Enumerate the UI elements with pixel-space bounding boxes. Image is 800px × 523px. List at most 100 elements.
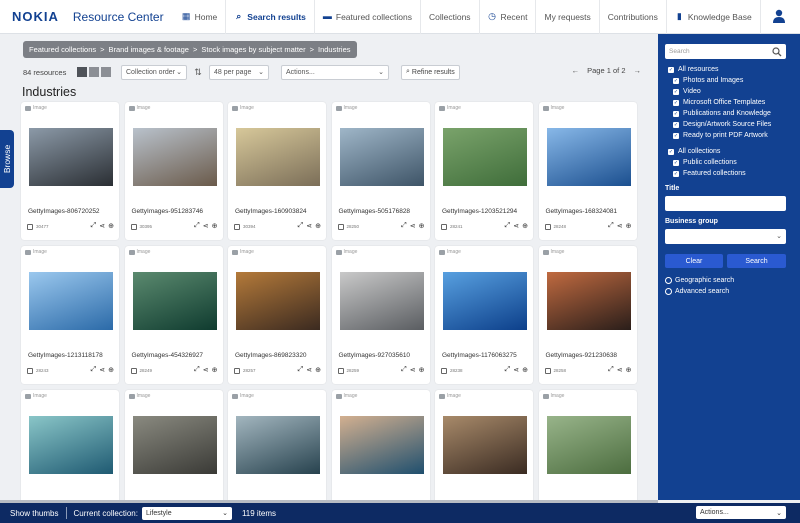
expand-icon[interactable]: ⤢ [194, 222, 200, 230]
search-input[interactable]: Search [665, 44, 786, 59]
view-small-thumbs-icon[interactable] [89, 67, 99, 77]
share-icon[interactable]: ⋖ [513, 366, 519, 374]
file-name[interactable]: GettyImages-168324081 [546, 208, 618, 215]
result-card[interactable]: Image GettyImages-869823320 28257 ⤢ ⋖ ⊕ [228, 246, 326, 384]
thumbnail-image[interactable] [339, 128, 424, 186]
share-icon[interactable]: ⋖ [410, 366, 416, 374]
checkbox-office-templates[interactable]: ✓ Microsoft Office Templates [673, 99, 765, 106]
result-card[interactable]: Image GettyImages-454326927 28249 ⤢ ⋖ ⊕ [124, 246, 223, 384]
select-checkbox[interactable] [441, 368, 447, 374]
thumbnail-image[interactable] [546, 416, 631, 474]
select-checkbox[interactable] [337, 368, 344, 374]
bottom-actions-select[interactable]: Actions... ⌄ [696, 506, 786, 519]
view-large-thumbs-icon[interactable] [77, 67, 87, 77]
nav-recent[interactable]: ◷ Recent [480, 0, 537, 34]
result-card[interactable]: Image GettyImages-1176063275 28238 ⤢ ⋖ ⊕ [435, 246, 533, 384]
add-to-collection-icon[interactable]: ⊕ [315, 366, 321, 374]
checkbox-pdf-artwork[interactable]: ✓ Ready to print PDF Artwork [673, 132, 768, 139]
checkbox-design-artwork[interactable]: ✓ Design/Artwork Source Files [673, 121, 771, 128]
nav-search-results[interactable]: ⌕ Search results [226, 0, 315, 34]
add-to-collection-icon[interactable]: ⊕ [212, 366, 218, 374]
select-checkbox[interactable] [234, 368, 240, 374]
checkbox-all-collections[interactable]: ✓ All collections [668, 148, 720, 155]
nav-my-requests[interactable]: My requests [536, 0, 600, 34]
share-icon[interactable]: ⋖ [513, 222, 519, 230]
advanced-search-link[interactable]: Advanced search [665, 288, 729, 295]
breadcrumb-stock[interactable]: Stock images by subject matter [201, 45, 305, 54]
nav-knowledge-base[interactable]: ▮ Knowledge Base [667, 0, 761, 34]
thumbnail-image[interactable] [132, 128, 217, 186]
file-name[interactable]: GettyImages-505176828 [339, 208, 411, 215]
result-card[interactable]: Image⤢⋖⊕ [331, 390, 430, 500]
expand-icon[interactable]: ⤢ [194, 366, 200, 374]
result-card[interactable]: Image GettyImages-168324081 28248 ⤢ ⋖ ⊕ [538, 102, 637, 240]
select-checkbox[interactable] [130, 368, 137, 374]
result-card[interactable]: Image GettyImages-951283746 30395 ⤢ ⋖ ⊕ [124, 102, 223, 240]
select-checkbox[interactable] [234, 224, 240, 230]
sort-icon[interactable]: ⇅ [193, 67, 203, 78]
checkbox-all-resources[interactable]: ✓ All resources [668, 66, 718, 73]
checkbox-public-collections[interactable]: ✓ Public collections [673, 159, 737, 166]
add-to-collection-icon[interactable]: ⊕ [626, 222, 632, 230]
expand-icon[interactable]: ⤢ [298, 366, 304, 374]
select-checkbox[interactable] [27, 368, 33, 374]
title-input[interactable] [665, 196, 786, 211]
add-to-collection-icon[interactable]: ⊕ [419, 222, 425, 230]
thumbnail-image[interactable] [443, 272, 527, 330]
add-to-collection-icon[interactable]: ⊕ [419, 366, 425, 374]
expand-icon[interactable]: ⤢ [505, 222, 511, 230]
file-name[interactable]: GettyImages-454326927 [132, 352, 204, 359]
nav-featured-collections[interactable]: ▬ Featured collections [315, 0, 421, 34]
share-icon[interactable]: ⋖ [203, 222, 209, 230]
expand-icon[interactable]: ⤢ [608, 222, 614, 230]
file-name[interactable]: GettyImages-806720252 [28, 208, 100, 215]
result-card[interactable]: Image GettyImages-921230638 28258 ⤢ ⋖ ⊕ [538, 246, 637, 384]
file-name[interactable]: GettyImages-951283746 [132, 208, 204, 215]
thumbnail-image[interactable] [236, 272, 320, 330]
thumbnail-image[interactable] [29, 128, 113, 186]
collection-select[interactable]: Lifestyle ⌄ [141, 506, 232, 520]
breadcrumb-featured[interactable]: Featured collections [29, 45, 96, 54]
file-name[interactable]: GettyImages-1213118178 [28, 352, 103, 359]
view-list-icon[interactable] [101, 67, 111, 77]
expand-icon[interactable]: ⤢ [401, 366, 407, 374]
thumbnail-image[interactable] [546, 272, 631, 330]
add-to-collection-icon[interactable]: ⊕ [522, 366, 528, 374]
show-thumbs-toggle[interactable]: Show thumbs [10, 509, 58, 518]
expand-icon[interactable]: ⤢ [91, 222, 97, 230]
browse-tab[interactable]: Browse [0, 130, 14, 188]
expand-icon[interactable]: ⤢ [91, 366, 97, 374]
checkbox-publications[interactable]: ✓ Publications and Knowledge [673, 110, 771, 117]
select-checkbox[interactable] [337, 224, 344, 230]
thumbnail-image[interactable] [443, 128, 527, 186]
refine-results-button[interactable]: ⌕ Refine results [401, 64, 460, 80]
logo[interactable]: NOKIA [12, 9, 59, 24]
select-checkbox[interactable] [544, 224, 551, 230]
file-name[interactable]: GettyImages-927035610 [339, 352, 411, 359]
thumbnail-image[interactable] [236, 416, 320, 474]
result-card[interactable]: Image GettyImages-1213118178 28243 ⤢ ⋖ ⊕ [21, 246, 119, 384]
thumbnail-image[interactable] [236, 128, 320, 186]
result-card[interactable]: Image GettyImages-160903824 30394 ⤢ ⋖ ⊕ [228, 102, 326, 240]
thumbnail-image[interactable] [132, 272, 217, 330]
result-card[interactable]: Image⤢⋖⊕ [538, 390, 637, 500]
result-card[interactable]: Image GettyImages-806720252 30477 ⤢ ⋖ ⊕ [21, 102, 119, 240]
add-to-collection-icon[interactable]: ⊕ [212, 222, 218, 230]
select-checkbox[interactable] [27, 224, 33, 230]
result-card[interactable]: Image GettyImages-927035610 28259 ⤢ ⋖ ⊕ [331, 246, 430, 384]
share-icon[interactable]: ⋖ [306, 366, 312, 374]
result-card[interactable]: Image⤢⋖⊕ [21, 390, 119, 500]
select-checkbox[interactable] [544, 368, 551, 374]
file-name[interactable]: GettyImages-1176063275 [442, 352, 517, 359]
thumbnail-image[interactable] [546, 128, 631, 186]
clear-button[interactable]: Clear [665, 254, 723, 268]
search-icon[interactable] [772, 46, 782, 57]
file-name[interactable]: GettyImages-160903824 [235, 208, 307, 215]
next-page-icon[interactable]: → [634, 66, 642, 75]
checkbox-video[interactable]: ✓ Video [673, 88, 701, 95]
expand-icon[interactable]: ⤢ [298, 222, 304, 230]
result-card[interactable]: Image⤢⋖⊕ [228, 390, 326, 500]
expand-icon[interactable]: ⤢ [608, 366, 614, 374]
add-to-collection-icon[interactable]: ⊕ [315, 222, 321, 230]
thumbnail-image[interactable] [339, 272, 424, 330]
